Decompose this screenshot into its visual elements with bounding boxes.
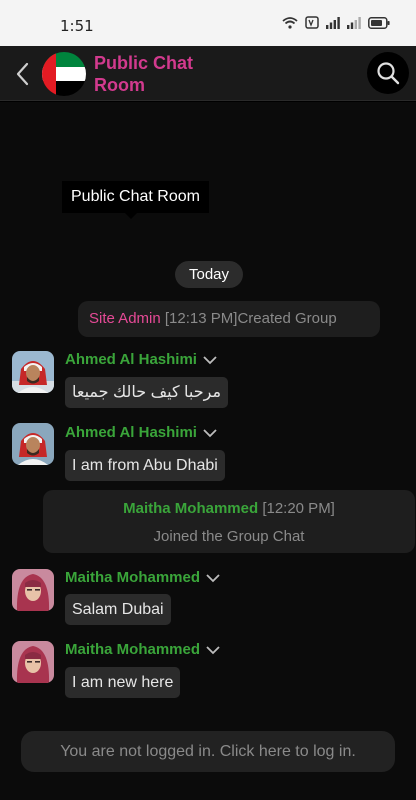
message-bubble[interactable]: Salam Dubai bbox=[65, 594, 171, 625]
status-time: 1:51 bbox=[60, 17, 94, 35]
signal-icon bbox=[326, 16, 340, 29]
message-sender[interactable]: Ahmed Al Hashimi bbox=[65, 424, 217, 441]
status-bar: 1:51 bbox=[0, 0, 416, 46]
system-sender[interactable]: Maitha Mohammed bbox=[123, 500, 258, 517]
chat-header: Public Chat Room bbox=[0, 46, 416, 101]
sender-name: Maitha Mohammed bbox=[65, 569, 201, 586]
status-icons bbox=[282, 16, 390, 29]
wifi-icon bbox=[282, 16, 298, 29]
sender-name: Ahmed Al Hashimi bbox=[65, 424, 197, 441]
volte-call-icon bbox=[305, 16, 319, 29]
system-message: Maitha Mohammed [12:20 PM] Joined the Gr… bbox=[43, 490, 415, 553]
system-time: [12:13 PM] bbox=[164, 310, 238, 327]
page-title[interactable]: Public Chat Room bbox=[94, 52, 254, 96]
message-bubble[interactable]: I am from Abu Dhabi bbox=[65, 450, 225, 481]
message-bubble[interactable]: I am new here bbox=[65, 667, 181, 698]
battery-icon bbox=[368, 16, 390, 29]
date-divider: Today bbox=[175, 261, 243, 288]
chevron-down-icon[interactable] bbox=[206, 573, 220, 583]
system-text: Joined the Group Chat bbox=[153, 528, 305, 545]
chevron-down-icon[interactable] bbox=[203, 428, 217, 438]
back-arrow-icon[interactable] bbox=[12, 61, 34, 87]
message-sender[interactable]: Maitha Mohammed bbox=[65, 569, 220, 586]
chevron-down-icon[interactable] bbox=[206, 645, 220, 655]
chevron-down-icon[interactable] bbox=[203, 355, 217, 365]
sender-name: Maitha Mohammed bbox=[65, 641, 201, 658]
title-line-1: Public Chat bbox=[94, 53, 194, 73]
avatar[interactable] bbox=[12, 351, 54, 393]
message-sender[interactable]: Maitha Mohammed bbox=[65, 641, 220, 658]
search-icon bbox=[377, 62, 400, 85]
system-sender[interactable]: Site Admin bbox=[89, 310, 161, 327]
system-message: Site Admin [12:13 PM]Created Group bbox=[78, 301, 380, 337]
message-sender[interactable]: Ahmed Al Hashimi bbox=[65, 351, 217, 368]
avatar[interactable] bbox=[12, 641, 54, 683]
system-time: [12:20 PM] bbox=[262, 500, 335, 517]
avatar[interactable] bbox=[12, 423, 54, 465]
signal-icon-2 bbox=[347, 16, 361, 29]
title-line-2: Room bbox=[94, 75, 145, 95]
search-button[interactable] bbox=[367, 52, 409, 94]
sender-name: Ahmed Al Hashimi bbox=[65, 351, 197, 368]
message-bubble[interactable]: مرحبا كيف حالك جميعا bbox=[65, 377, 229, 408]
title-tooltip: Public Chat Room bbox=[62, 181, 209, 219]
login-prompt-button[interactable]: You are not logged in. Click here to log… bbox=[21, 731, 395, 772]
uae-flag-avatar[interactable] bbox=[42, 52, 86, 96]
avatar[interactable] bbox=[12, 569, 54, 611]
system-text: Created Group bbox=[237, 310, 337, 327]
